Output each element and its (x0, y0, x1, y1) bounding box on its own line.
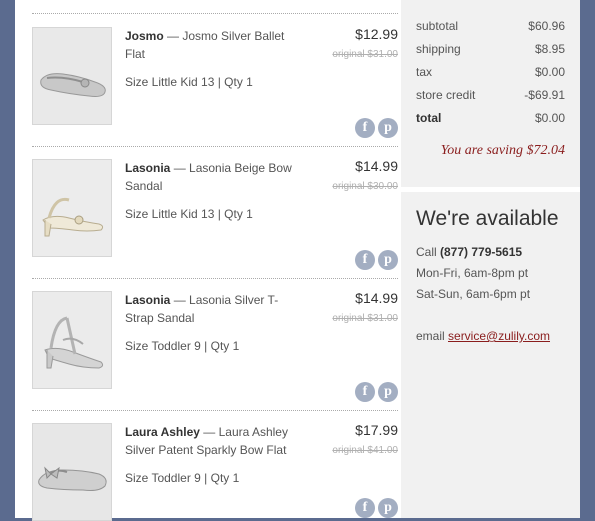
subtotal-value: $60.96 (528, 19, 565, 33)
item-dash: — (170, 293, 190, 307)
product-image[interactable] (32, 27, 112, 125)
item-description: Lasonia — Lasonia Silver T-Strap Sandal … (125, 291, 301, 355)
item-original-price: original $41.00 (332, 445, 398, 456)
total-row: total $0.00 (416, 108, 565, 131)
total-label: total (416, 111, 442, 125)
item-original-price: original $30.00 (332, 181, 398, 192)
ballet-flat-shoe-image (33, 28, 111, 124)
weekend-hours: Sat-Sun, 6am-6pm pt (416, 287, 531, 301)
contact-info: We're available Call (877) 779-5615 Mon-… (416, 207, 576, 347)
weekday-hours: Mon-Fri, 6am-8pm pt (416, 266, 529, 280)
pinterest-icon[interactable]: p (378, 382, 398, 402)
order-summary-sidebar: subtotal $60.96 shipping $8.95 tax $0.00… (401, 0, 580, 518)
email-line: email service@zulily.com (416, 326, 576, 347)
divider (32, 146, 398, 147)
order-totals: subtotal $60.96 shipping $8.95 tax $0.00… (416, 16, 565, 131)
tax-row: tax $0.00 (416, 62, 565, 85)
share-buttons: fp (352, 118, 398, 138)
product-image[interactable] (32, 159, 112, 257)
total-value: $0.00 (534, 111, 565, 125)
product-image[interactable] (32, 423, 112, 521)
heeled-sandal-image (33, 160, 111, 256)
item-brand: Lasonia (125, 293, 171, 307)
item-sale-price: $14.99 (355, 290, 398, 306)
order-item: Lasonia — Lasonia Beige Bow Sandal Size … (32, 146, 398, 278)
tax-value: $0.00 (534, 65, 565, 79)
item-dash: — (163, 29, 183, 43)
item-brand: Josmo (125, 29, 164, 43)
item-price: $12.99 original $31.00 (332, 25, 398, 60)
order-item: Laura Ashley — Laura Ashley Silver Paten… (32, 410, 398, 521)
bow-flat-shoe-image (33, 424, 111, 520)
t-strap-sandal-image (33, 292, 111, 388)
share-buttons: fp (352, 250, 398, 270)
availability-heading: We're available (416, 207, 559, 230)
divider (32, 410, 398, 411)
shipping-value: $8.95 (534, 42, 565, 56)
facebook-icon[interactable]: f (355, 498, 375, 518)
product-image[interactable] (32, 291, 112, 389)
pinterest-icon[interactable]: p (378, 118, 398, 138)
share-buttons: fp (352, 382, 398, 402)
item-brand: Laura Ashley (125, 425, 200, 439)
order-items-panel: Josmo — Josmo Silver Ballet Flat Size Li… (15, 0, 401, 521)
pinterest-icon[interactable]: p (378, 498, 398, 518)
email-label: email (416, 329, 449, 343)
pinterest-icon[interactable]: p (378, 250, 398, 270)
facebook-icon[interactable]: f (355, 382, 375, 402)
item-sale-price: $17.99 (355, 422, 398, 438)
item-description: Josmo — Josmo Silver Ballet Flat Size Li… (125, 27, 301, 91)
item-sale-price: $14.99 (355, 158, 398, 174)
tax-label: tax (416, 65, 433, 79)
order-item: Lasonia — Lasonia Silver T-Strap Sandal … (32, 278, 398, 410)
store-credit-value: -$69.91 (524, 88, 565, 102)
store-credit-row: store credit -$69.91 (416, 85, 565, 108)
item-size-qty: Size Little Kid 13 | Qty 1 (125, 207, 253, 221)
item-price: $14.99 original $31.00 (332, 289, 398, 324)
email-link[interactable]: service@zulily.com (448, 329, 550, 343)
shipping-row: shipping $8.95 (416, 39, 565, 62)
sidebar-divider (401, 187, 580, 192)
divider (32, 278, 398, 279)
item-original-price: original $31.00 (332, 49, 398, 60)
store-credit-label: store credit (416, 88, 476, 102)
item-size-qty: Size Toddler 9 | Qty 1 (125, 339, 240, 353)
item-dash: — (170, 161, 190, 175)
subtotal-row: subtotal $60.96 (416, 16, 565, 39)
share-buttons: fp (352, 498, 398, 518)
order-item: Josmo — Josmo Silver Ballet Flat Size Li… (32, 14, 398, 146)
call-label: Call (416, 245, 441, 259)
item-description: Lasonia — Lasonia Beige Bow Sandal Size … (125, 159, 301, 223)
item-dash: — (199, 425, 219, 439)
subtotal-label: subtotal (416, 19, 459, 33)
item-sale-price: $12.99 (355, 26, 398, 42)
item-description: Laura Ashley — Laura Ashley Silver Paten… (125, 423, 301, 487)
facebook-icon[interactable]: f (355, 250, 375, 270)
phone-line: Call (877) 779-5615 (416, 242, 576, 263)
item-brand: Lasonia (125, 161, 171, 175)
item-price: $17.99 original $41.00 (332, 421, 398, 456)
savings-message: You are saving $72.04 (440, 143, 565, 158)
item-size-qty: Size Little Kid 13 | Qty 1 (125, 75, 253, 89)
item-price: $14.99 original $30.00 (332, 157, 398, 192)
facebook-icon[interactable]: f (355, 118, 375, 138)
item-original-price: original $31.00 (332, 313, 398, 324)
item-size-qty: Size Toddler 9 | Qty 1 (125, 471, 240, 485)
shipping-label: shipping (416, 42, 461, 56)
phone-number[interactable]: (877) 779-5615 (440, 245, 522, 259)
